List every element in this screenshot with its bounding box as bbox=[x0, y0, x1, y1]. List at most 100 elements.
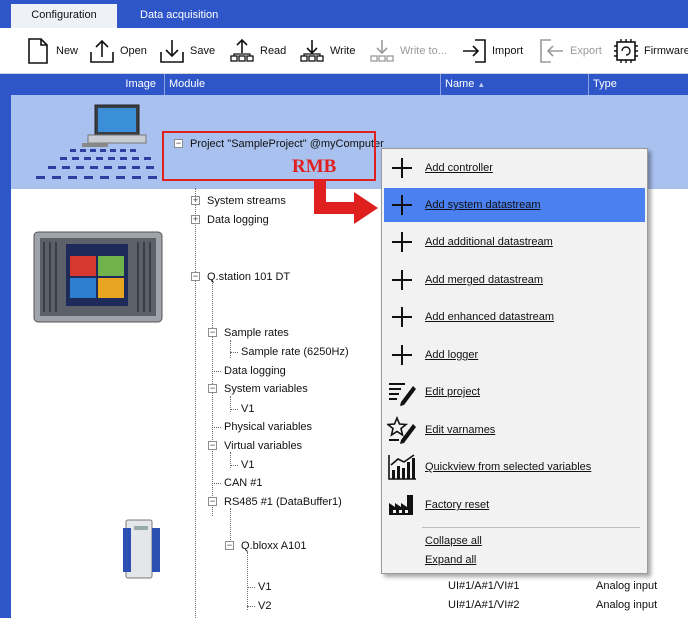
qstation-device-image bbox=[33, 231, 163, 323]
menu-item-add-additional-datastream[interactable]: Add additional datastream bbox=[384, 225, 645, 259]
row-v1-name: UI#1/A#1/VI#1 bbox=[448, 580, 520, 592]
export-button[interactable]: Export bbox=[538, 34, 602, 68]
menu-label: Collapse all bbox=[425, 534, 482, 547]
menu-label: Add merged datastream bbox=[425, 274, 544, 286]
tab-configuration[interactable]: Configuration bbox=[11, 4, 117, 28]
tab-data-acquisition[interactable]: Data acquisition bbox=[120, 4, 238, 28]
tree-sample-rate[interactable]: Sample rate (6250Hz) bbox=[241, 345, 349, 359]
tree-guide bbox=[212, 371, 221, 372]
import-label: Import bbox=[492, 45, 524, 57]
save-label: Save bbox=[190, 45, 216, 57]
collapse-icon[interactable]: − bbox=[208, 384, 217, 393]
menu-item-add-enhanced-datastream[interactable]: Add enhanced datastream bbox=[384, 300, 645, 334]
tree-v1[interactable]: V1 bbox=[258, 580, 271, 594]
tree-qstation[interactable]: Q.station 101 DT bbox=[207, 270, 290, 284]
menu-item-collapse-all[interactable]: Collapse all bbox=[384, 531, 645, 550]
annotation-arrow-icon bbox=[314, 180, 378, 224]
tree-guide bbox=[247, 587, 255, 588]
column-name[interactable]: Name ▲ bbox=[441, 74, 589, 95]
new-button[interactable]: New bbox=[24, 34, 78, 68]
write-icon bbox=[300, 40, 324, 62]
tree-virtual-variables[interactable]: Virtual variables bbox=[224, 439, 302, 453]
menu-item-add-controller[interactable]: Add controller bbox=[384, 151, 645, 185]
edit-list-icon bbox=[389, 383, 416, 406]
context-menu: Add controller Add system datastream Add… bbox=[381, 148, 648, 574]
menu-label: Edit varnames bbox=[425, 424, 496, 436]
qbloxx-device-image bbox=[123, 519, 160, 579]
collapse-icon[interactable]: − bbox=[208, 441, 217, 450]
tree-guide bbox=[247, 606, 255, 607]
tree-physical-variables[interactable]: Physical variables bbox=[224, 420, 312, 434]
chart-icon bbox=[388, 454, 416, 480]
grid-header: Image Module Name ▲ Type bbox=[0, 74, 688, 95]
menu-label: Edit project bbox=[425, 386, 481, 398]
import-button[interactable]: Import bbox=[460, 34, 523, 68]
menu-label: Factory reset bbox=[425, 499, 490, 511]
menu-item-add-merged-datastream[interactable]: Add merged datastream bbox=[384, 263, 645, 297]
tree-system-v1[interactable]: V1 bbox=[241, 402, 254, 416]
left-strip bbox=[0, 74, 11, 618]
plus-icon bbox=[392, 270, 412, 290]
row-v1-type: Analog input bbox=[596, 580, 658, 592]
new-label: New bbox=[56, 45, 79, 57]
tree-guide bbox=[230, 409, 238, 410]
menu-item-edit-varnames[interactable]: Edit varnames bbox=[384, 413, 645, 447]
save-button[interactable]: Save bbox=[158, 34, 215, 68]
column-image[interactable]: Image bbox=[11, 74, 165, 95]
plus-icon bbox=[392, 232, 412, 252]
expand-icon[interactable]: + bbox=[191, 196, 200, 205]
collapse-icon[interactable]: − bbox=[225, 541, 234, 550]
menu-item-add-logger[interactable]: Add logger bbox=[384, 338, 645, 372]
menu-label: Add additional datastream bbox=[425, 236, 553, 248]
tree-guide bbox=[212, 483, 221, 484]
write-to-button[interactable]: Write to... bbox=[368, 34, 447, 68]
tree-data-logging-top[interactable]: Data logging bbox=[207, 213, 269, 227]
write-to-label: Write to... bbox=[400, 45, 447, 57]
sort-asc-icon: ▲ bbox=[477, 80, 486, 89]
open-label: Open bbox=[120, 45, 147, 57]
tree-guide bbox=[230, 465, 238, 466]
collapse-icon[interactable]: − bbox=[208, 328, 217, 337]
column-type[interactable]: Type bbox=[589, 74, 688, 95]
tree-can1[interactable]: CAN #1 bbox=[224, 476, 263, 490]
expand-icon[interactable]: + bbox=[191, 215, 200, 224]
tree-system-variables[interactable]: System variables bbox=[224, 382, 308, 396]
row-v2-type: Analog input bbox=[596, 599, 658, 611]
export-label: Export bbox=[570, 45, 602, 57]
tree-qbloxx[interactable]: Q.bloxx A101 bbox=[241, 539, 306, 553]
tree-rs485[interactable]: RS485 #1 (DataBuffer1) bbox=[224, 495, 342, 509]
import-icon bbox=[463, 39, 486, 63]
menu-item-edit-project[interactable]: Edit project bbox=[384, 375, 645, 409]
menu-item-add-system-datastream[interactable]: Add system datastream bbox=[384, 188, 645, 222]
tree-sample-rates[interactable]: Sample rates bbox=[224, 326, 289, 340]
write-button[interactable]: Write bbox=[298, 34, 355, 68]
annotation-highlight-box bbox=[162, 131, 376, 181]
tree-v2[interactable]: V2 bbox=[258, 599, 271, 613]
collapse-icon[interactable]: − bbox=[208, 497, 217, 506]
plus-icon bbox=[392, 345, 412, 365]
tree-virtual-v1[interactable]: V1 bbox=[241, 458, 254, 472]
firmware-button[interactable]: Firmware bbox=[612, 34, 688, 68]
tree-guide bbox=[212, 280, 213, 516]
menu-label: Add enhanced datastream bbox=[425, 311, 555, 323]
export-icon bbox=[540, 39, 563, 63]
read-button[interactable]: Read bbox=[228, 34, 286, 68]
new-file-icon bbox=[28, 38, 48, 64]
column-module[interactable]: Module bbox=[165, 74, 441, 95]
tree-system-streams[interactable]: System streams bbox=[207, 194, 286, 208]
menu-separator bbox=[422, 527, 640, 528]
write-label: Write bbox=[330, 45, 356, 57]
menu-label: Add controller bbox=[425, 162, 493, 174]
menu-item-factory-reset[interactable]: Factory reset bbox=[384, 488, 645, 522]
collapse-icon[interactable]: − bbox=[191, 272, 200, 281]
toolbar: New Open Save Read Write Write to... Imp… bbox=[0, 28, 688, 74]
menu-item-expand-all[interactable]: Expand all bbox=[384, 550, 645, 569]
open-button[interactable]: Open bbox=[88, 34, 147, 68]
plus-icon bbox=[392, 307, 412, 327]
save-icon bbox=[160, 40, 184, 63]
menu-item-quickview[interactable]: Quickview from selected variables bbox=[384, 450, 645, 484]
firmware-label: Firmware bbox=[644, 45, 688, 57]
open-icon bbox=[90, 39, 114, 63]
tree-data-logging[interactable]: Data logging bbox=[224, 364, 286, 378]
read-icon bbox=[230, 38, 254, 62]
